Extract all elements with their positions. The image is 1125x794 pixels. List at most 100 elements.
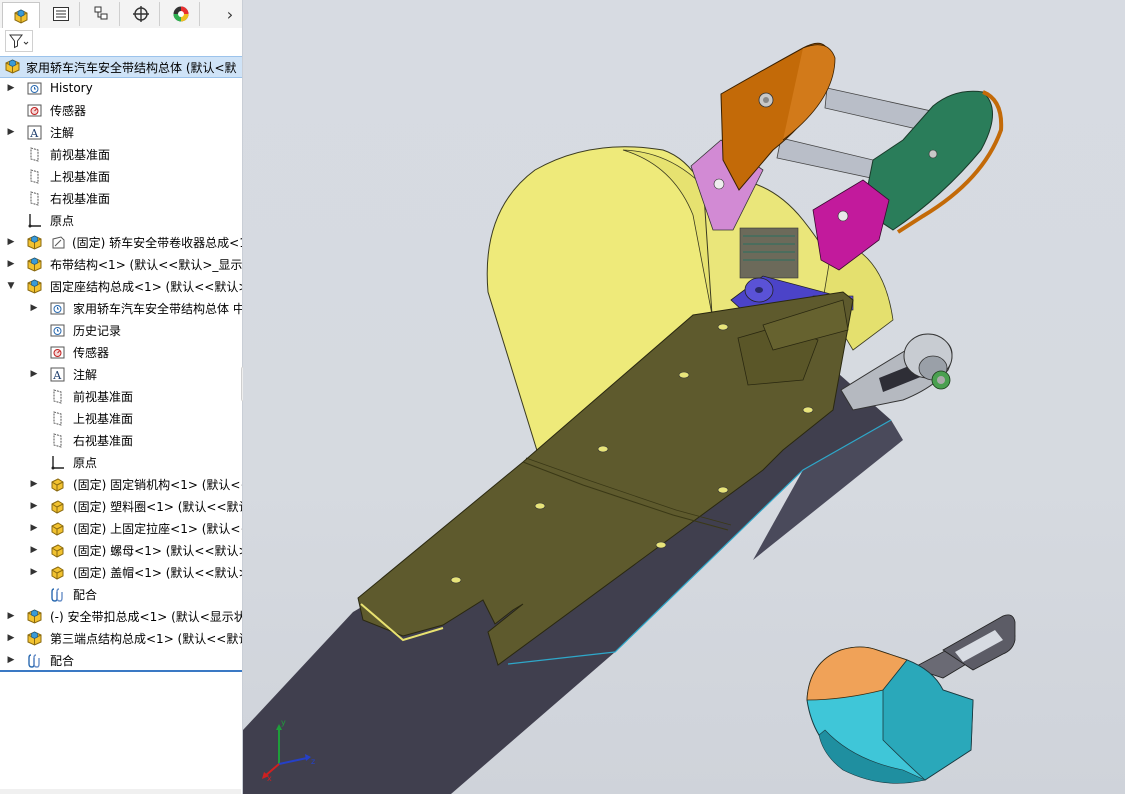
tree-item-label: (固定) 轿车安全带卷收器总成<1 (72, 235, 242, 250)
plane-icon (26, 190, 43, 207)
tree-item[interactable]: ▶ (固定) 螺母<1> (默认<<默认> (0, 539, 242, 561)
origin-icon (26, 212, 43, 229)
triad-x-label: x (267, 774, 272, 782)
tree-item-label: (固定) 盖帽<1> (默认<<默认> (73, 565, 242, 580)
expand-right-arrow-icon[interactable]: ▶ (6, 632, 16, 644)
dimxpert-tab[interactable] (122, 2, 160, 26)
tree-item[interactable]: ▶ 第三端点结构总成<1> (默认<<默认 (0, 627, 242, 649)
tree-item[interactable]: 上视基准面 (0, 165, 242, 187)
tree-item-label: 传感器 (50, 103, 87, 118)
expand-right-arrow-icon[interactable]: ▶ (29, 522, 39, 534)
tree-item-label: (固定) 螺母<1> (默认<<默认> (73, 543, 242, 558)
assembly-icon (4, 58, 21, 75)
tree-item-label: 右视基准面 (73, 433, 134, 448)
expand-right-arrow-icon[interactable]: ▶ (6, 654, 16, 666)
expand-right-arrow-icon[interactable]: ▶ (6, 258, 16, 270)
tree-item[interactable]: 右视基准面 (0, 187, 242, 209)
subassembly-icon (26, 278, 43, 295)
tree-item[interactable]: ▶ A 注解 (0, 121, 242, 143)
tree-item-label: 注解 (73, 367, 98, 382)
filter-button[interactable] (5, 30, 33, 52)
display-manager-tab[interactable] (162, 2, 200, 26)
plane-icon (49, 388, 66, 405)
tree-item-label: 第三端点结构总成<1> (默认<<默认 (50, 631, 242, 646)
tree-item[interactable]: ▶ (固定) 固定销机构<1> (默认<< (0, 473, 242, 495)
tree-item[interactable]: ▶ (固定) 塑料圈<1> (默认<<默认> (0, 495, 242, 517)
tree-item[interactable]: ▶ (固定) 轿车安全带卷收器总成<1 (0, 231, 242, 253)
tree-item-label: 布带结构<1> (默认<<默认>_显示北 (50, 257, 242, 272)
axis-triad-icon: y z x (262, 718, 315, 782)
graphics-viewport[interactable]: y z x (243, 0, 1125, 794)
origin-icon (49, 454, 66, 471)
tree-item[interactable]: ▶ (固定) 盖帽<1> (默认<<默认> (0, 561, 242, 583)
mates-icon (49, 586, 66, 603)
configuration-icon (94, 6, 107, 20)
tree-item[interactable]: ▶ 配合 (0, 649, 242, 671)
part-icon (49, 542, 66, 559)
expand-right-arrow-icon[interactable]: ▶ (29, 566, 39, 578)
expand-right-arrow-icon[interactable]: ▶ (29, 500, 39, 512)
plane-icon (26, 168, 43, 185)
triad-y-label: y (281, 718, 286, 727)
mates-icon (26, 652, 43, 669)
tree-item[interactable]: ▼ 固定座结构总成<1> (默认<<默认> (0, 275, 242, 297)
tree-item-label: 固定座结构总成<1> (默认<<默认> (50, 279, 242, 294)
crosshair-icon (132, 6, 149, 22)
tree-item[interactable]: ▶ 家用轿车汽车安全带结构总体 中 (0, 297, 242, 319)
tree-item-label: 配合 (50, 653, 75, 668)
tree-item[interactable]: 右视基准面 (0, 429, 242, 451)
tree-item[interactable]: 历史记录 (0, 319, 242, 341)
expand-right-arrow-icon[interactable]: ▶ (29, 302, 39, 314)
expand-right-arrow-icon[interactable]: ▶ (29, 368, 39, 380)
tree-item-label: 注解 (50, 125, 75, 140)
expand-right-arrow-icon[interactable]: ▶ (29, 544, 39, 556)
tree-item[interactable]: 传感器 (0, 99, 242, 121)
tree-root-label: 家用轿车汽车安全带结构总体 (默认<默 (26, 60, 237, 75)
expand-right-arrow-icon[interactable]: ▶ (6, 126, 16, 138)
tabs-more-chevron-icon[interactable]: › (222, 4, 238, 24)
sensor-icon (26, 102, 43, 119)
plane-icon (26, 146, 43, 163)
tree-root-assembly[interactable]: 家用轿车汽车安全带结构总体 (默认<默 (0, 56, 242, 78)
expand-right-arrow-icon[interactable]: ▶ (6, 610, 16, 622)
panel-horizontal-scrollbar[interactable] (0, 789, 241, 794)
subassembly-icon (26, 256, 43, 273)
tree-item[interactable]: ▶ (-) 安全带扣总成<1> (默认<显示状 (0, 605, 242, 627)
configurationmanager-tab[interactable] (82, 2, 120, 26)
expand-down-arrow-icon[interactable]: ▼ (6, 280, 16, 292)
tree-item[interactable]: 上视基准面 (0, 407, 242, 429)
tree-item[interactable]: 配合 (0, 583, 242, 605)
tree-item-label: (-) 安全带扣总成<1> (默认<显示状 (50, 609, 242, 624)
tree-item[interactable]: 传感器 (0, 341, 242, 363)
tree-item[interactable]: ▶ History (0, 77, 242, 99)
tree-item-label: 上视基准面 (50, 169, 111, 184)
tree-item[interactable]: ▶ A 注解 (0, 363, 242, 385)
tree-item-label: 原点 (50, 213, 75, 228)
tree-item[interactable]: ▶ 布带结构<1> (默认<<默认>_显示北 (0, 253, 242, 275)
part-icon (49, 564, 66, 581)
featuremanager-tab[interactable] (2, 2, 40, 29)
tree-item-label: 原点 (73, 455, 98, 470)
tree-item-label: 上视基准面 (73, 411, 134, 426)
annotation-icon: A (49, 366, 66, 383)
part-icon (49, 498, 66, 515)
tree-item[interactable]: 原点 (0, 451, 242, 473)
expand-right-arrow-icon[interactable]: ▶ (6, 236, 16, 248)
svg-text:A: A (29, 127, 39, 140)
tree-item[interactable]: 前视基准面 (0, 143, 242, 165)
expand-right-arrow-icon[interactable]: ▶ (6, 82, 16, 94)
tree-item-label: (固定) 固定销机构<1> (默认<< (73, 477, 242, 492)
tree-item[interactable]: 前视基准面 (0, 385, 242, 407)
expand-right-arrow-icon[interactable]: ▶ (29, 478, 39, 490)
tree-item-label: (固定) 塑料圈<1> (默认<<默认> (73, 499, 242, 514)
tree-item-label: 历史记录 (73, 323, 122, 338)
history-icon (49, 322, 66, 339)
tree-item-label: 家用轿车汽车安全带结构总体 中 (73, 301, 242, 316)
tree-item-label: 右视基准面 (50, 191, 111, 206)
property-list-icon (52, 7, 69, 21)
sensor-icon (49, 344, 66, 361)
tree-item[interactable]: 原点 (0, 209, 242, 231)
tree-item[interactable]: ▶ (固定) 上固定拉座<1> (默认<< (0, 517, 242, 539)
history-icon (26, 80, 43, 97)
propertymanager-tab[interactable] (42, 2, 80, 26)
